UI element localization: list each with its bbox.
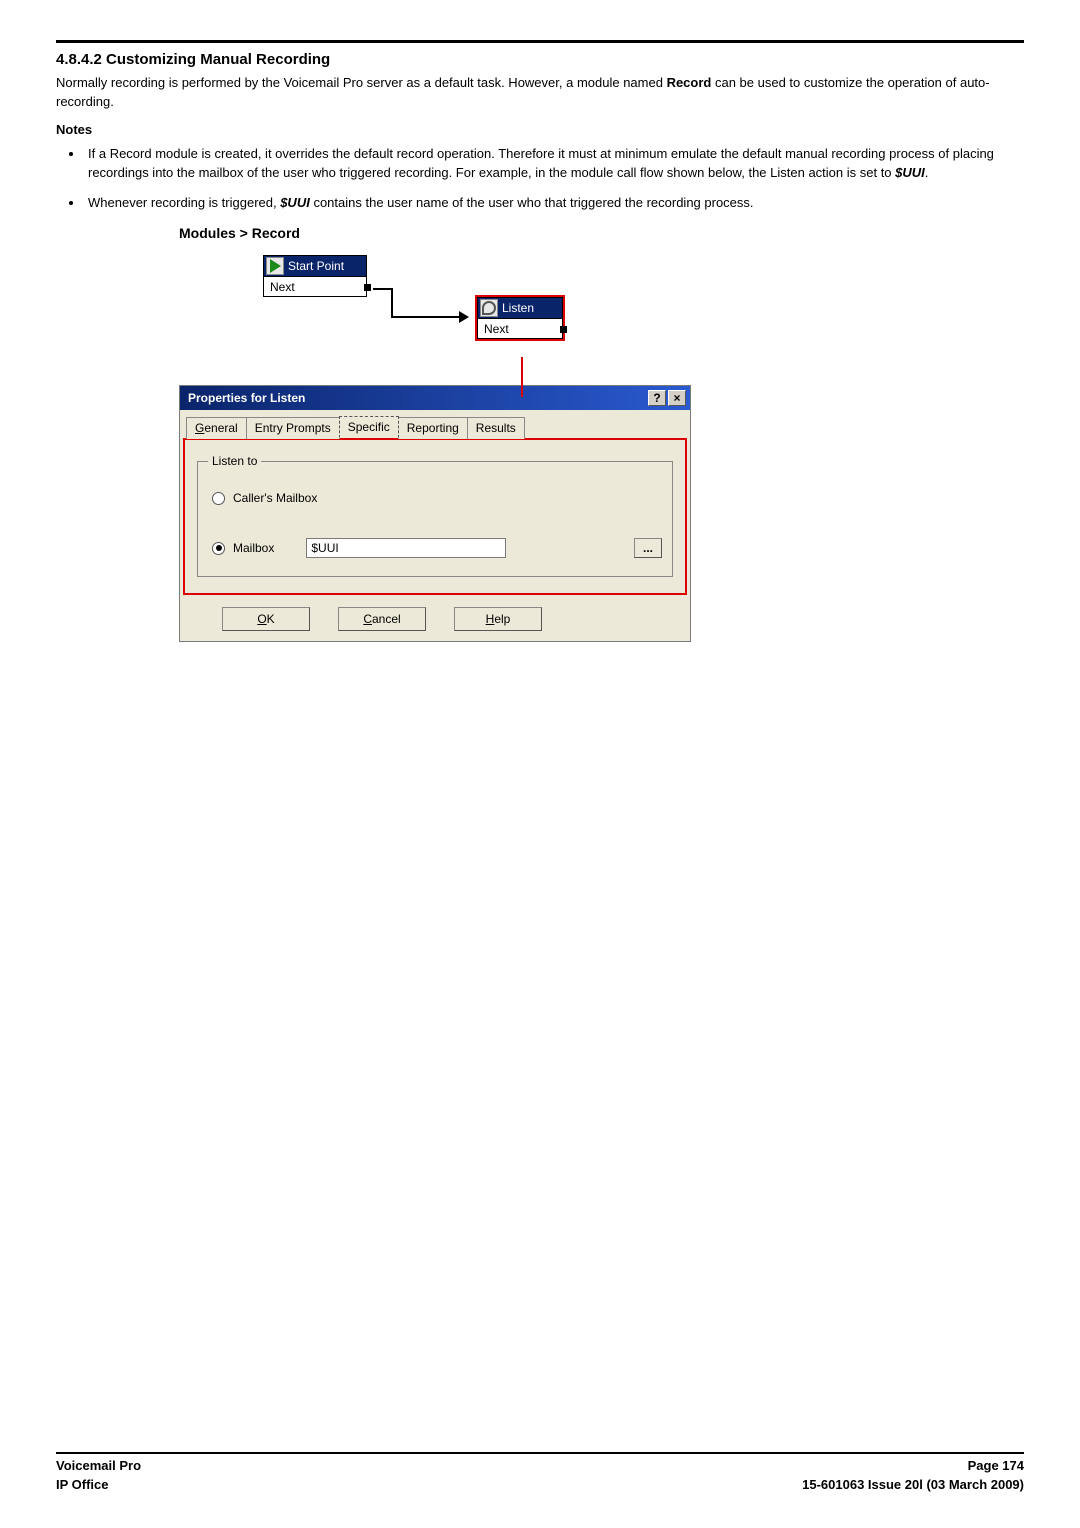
radio-icon[interactable] [212, 492, 225, 505]
note1-a: If a [88, 146, 110, 161]
tab-entry-prompts[interactable]: Entry Prompts [246, 417, 340, 439]
callers-mailbox-option[interactable]: Caller's Mailbox [212, 484, 662, 512]
connector-segment [391, 288, 393, 318]
help-label-rest: elp [494, 612, 510, 626]
dialog-titlebar[interactable]: Properties for Listen ? × [180, 386, 690, 410]
intro-pre: Normally recording is performed by the V… [56, 75, 667, 90]
notes-list: If a Record module is created, it overri… [84, 145, 1024, 214]
dialog-help-button[interactable]: ? [648, 390, 666, 406]
cancel-label-rest: ancel [372, 612, 401, 626]
start-point-result: Next [270, 280, 295, 294]
tab-results[interactable]: Results [467, 417, 525, 439]
section-heading: 4.8.4.2 Customizing Manual Recording [56, 51, 1024, 68]
footer-left-1: Voicemail Pro [56, 1458, 141, 1473]
note-item-2: Whenever recording is triggered, $UUI co… [84, 194, 1024, 213]
start-point-title: Start Point [288, 259, 344, 273]
note2-c: contains the user name of the user who t… [310, 195, 754, 210]
start-point-port[interactable] [364, 284, 371, 291]
ok-label-rest: K [267, 612, 275, 626]
listen-node-result: Next [484, 322, 509, 336]
footer-right-2: 15-601063 Issue 20l (03 March 2009) [802, 1477, 1024, 1492]
section-title-text: Customizing Manual Recording [106, 51, 330, 68]
footer-right-1: Page 174 [968, 1458, 1024, 1473]
callflow-canvas: Start Point Next Listen Next [179, 247, 691, 387]
connector-arrow-icon [459, 311, 469, 323]
note1-bold-record: Record [110, 146, 152, 161]
dialog-tabs: General Entry Prompts Specific Reporting… [180, 410, 690, 438]
tab-specific-page: Listen to Caller's Mailbox Mailbox ... [183, 438, 687, 595]
intro-bold-record: Record [667, 75, 712, 90]
tab-general[interactable]: General [186, 417, 247, 439]
connector-segment [373, 288, 393, 290]
page-footer: Voicemail Pro Page 174 IP Office 15-6010… [56, 1452, 1024, 1492]
footer-rule [56, 1452, 1024, 1454]
properties-dialog: Properties for Listen ? × General Entry … [179, 385, 691, 642]
tab-specific[interactable]: Specific [339, 416, 399, 438]
top-rule [56, 40, 1024, 43]
intro-paragraph: Normally recording is performed by the V… [56, 74, 1024, 112]
listen-node[interactable]: Listen Next [475, 295, 565, 341]
start-point-node[interactable]: Start Point Next [263, 255, 367, 297]
ear-icon [480, 299, 498, 317]
listen-to-legend: Listen to [208, 454, 261, 468]
ok-button[interactable]: OK [222, 607, 310, 631]
connector-segment [391, 316, 459, 318]
listen-to-group: Listen to Caller's Mailbox Mailbox ... [197, 454, 673, 577]
dialog-close-button[interactable]: × [668, 390, 686, 406]
mailbox-browse-button[interactable]: ... [634, 538, 662, 558]
cancel-button[interactable]: Cancel [338, 607, 426, 631]
listen-node-title: Listen [502, 301, 534, 315]
dialog-button-row: OK Cancel Help [180, 601, 690, 641]
radio-icon[interactable] [212, 542, 225, 555]
notes-heading: Notes [56, 122, 1024, 137]
note-item-1: If a Record module is created, it overri… [84, 145, 1024, 183]
callflow-figure: Modules > Record Start Point Next [179, 225, 691, 642]
note1-uui: $UUI [895, 165, 925, 180]
callers-mailbox-label: Caller's Mailbox [233, 491, 317, 505]
section-number: 4.8.4.2 [56, 51, 102, 68]
mailbox-label: Mailbox [233, 541, 274, 555]
help-button[interactable]: Help [454, 607, 542, 631]
footer-left-2: IP Office [56, 1477, 109, 1492]
note1-c: module is created, it overrides the defa… [88, 146, 994, 180]
mailbox-option[interactable]: Mailbox ... [212, 534, 662, 562]
dialog-title: Properties for Listen [188, 391, 305, 405]
mailbox-input[interactable] [306, 538, 506, 558]
tab-reporting[interactable]: Reporting [398, 417, 468, 439]
note2-uui: $UUI [280, 195, 310, 210]
figure-breadcrumb: Modules > Record [179, 225, 691, 241]
tab-general-label: eneral [204, 421, 237, 435]
listen-node-port[interactable] [560, 326, 567, 333]
highlight-connector [521, 357, 523, 397]
play-icon [266, 257, 284, 275]
note2-a: Whenever recording is triggered, [88, 195, 280, 210]
note1-e: . [925, 165, 929, 180]
